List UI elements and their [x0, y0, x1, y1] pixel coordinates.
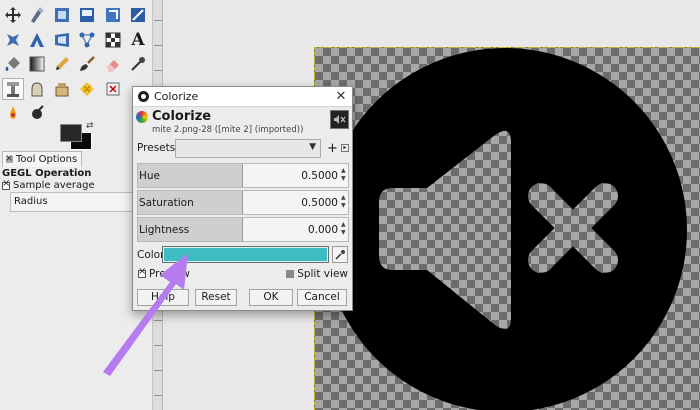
- paths-tool-icon[interactable]: [27, 30, 47, 50]
- dialog-header-subtitle: mite 2.png-28 ([mite 2] (imported)): [152, 125, 304, 135]
- gradient-icon[interactable]: [27, 54, 47, 74]
- close-icon[interactable]: ✕: [330, 89, 352, 104]
- paintbrush-icon[interactable]: [77, 54, 97, 74]
- scale-tool-icon[interactable]: [52, 5, 72, 25]
- toolbox-panel: A ⇄ Tool Options G: [0, 0, 153, 410]
- dialog-header: Colorize mite 2.png-28 ([mite 2] (import…: [133, 107, 352, 137]
- colorize-icon: [136, 111, 148, 123]
- dialog-buttons: Help Reset OK Cancel: [137, 289, 351, 307]
- dialog-window-title: Colorize: [154, 90, 199, 103]
- split-view-checkbox[interactable]: Split view: [286, 268, 348, 280]
- lightness-spin-icon[interactable]: ▲ ▼: [341, 221, 347, 237]
- eyedropper-button[interactable]: [332, 246, 348, 263]
- color-row: Color: [137, 245, 349, 264]
- radius-label: Radius: [14, 196, 48, 207]
- presets-dropdown[interactable]: ▼: [175, 138, 321, 158]
- lightness-label: Lightness: [139, 224, 190, 236]
- free-select-icon[interactable]: [3, 30, 23, 50]
- hue-spin-icon[interactable]: ▲ ▼: [341, 167, 347, 183]
- pencil-icon[interactable]: [52, 54, 72, 74]
- lightness-slider[interactable]: Lightness 0.000 ▲ ▼: [137, 217, 349, 242]
- checkbox-icon: [2, 178, 10, 190]
- add-preset-icon[interactable]: +: [327, 142, 338, 155]
- preset-menu-icon[interactable]: ▸: [340, 144, 349, 152]
- checkbox-icon: [138, 266, 146, 278]
- chevron-down-icon: ▼: [309, 141, 316, 152]
- gegl-operation-title: GEGL Operation: [2, 168, 92, 179]
- help-button[interactable]: Help: [137, 289, 189, 306]
- preview-checkbox[interactable]: Preview: [138, 266, 190, 280]
- tool-options-tab-icon: [5, 151, 13, 166]
- tab-tool-options[interactable]: Tool Options: [2, 151, 83, 167]
- warp-transform-icon[interactable]: [27, 5, 47, 25]
- perspective-icon[interactable]: [52, 30, 72, 50]
- bucket-fill-icon[interactable]: [3, 54, 23, 74]
- fuzzy-select-icon[interactable]: [103, 79, 123, 99]
- saturation-spin-icon[interactable]: ▲ ▼: [341, 194, 347, 210]
- radius-field[interactable]: Radius: [10, 192, 152, 212]
- colorize-dialog: Colorize ✕ Colorize mite 2.png-28 ([mite…: [132, 86, 353, 311]
- align-tool-icon[interactable]: [77, 5, 97, 25]
- split-view-label: Split view: [297, 268, 348, 280]
- eraser-icon[interactable]: [103, 54, 123, 74]
- hue-label: Hue: [139, 170, 161, 182]
- eyedropper-icon: [334, 250, 345, 260]
- color-swatch-button[interactable]: [162, 246, 329, 263]
- image-thumbnail: [330, 110, 349, 129]
- dialog-titlebar[interactable]: Colorize ✕: [133, 87, 352, 107]
- color-label: Color: [137, 248, 165, 261]
- text-tool-icon[interactable]: A: [128, 30, 148, 50]
- ok-button[interactable]: OK: [249, 289, 293, 306]
- cancel-button[interactable]: Cancel: [297, 289, 347, 306]
- measure-icon[interactable]: [77, 79, 97, 99]
- tool-options-tab-label: Tool Options: [16, 154, 78, 165]
- smudge-icon[interactable]: [27, 79, 47, 99]
- lightness-value: 0.000: [307, 224, 338, 236]
- sample-average-label: Sample average: [13, 180, 95, 191]
- clone-icon[interactable]: [2, 78, 24, 100]
- foreground-color-swatch[interactable]: [60, 124, 82, 142]
- heal-icon[interactable]: [52, 79, 72, 99]
- split-view-icon: [286, 270, 295, 278]
- mute-icon-image: [323, 48, 687, 410]
- mute-thumbnail-icon: [334, 115, 346, 124]
- dialog-header-title: Colorize: [152, 109, 212, 124]
- saturation-label: Saturation: [139, 197, 194, 209]
- gimp-app-icon: [138, 91, 149, 102]
- swap-colors-icon[interactable]: ⇄: [86, 121, 94, 131]
- preview-label: Preview: [149, 268, 190, 280]
- reset-button[interactable]: Reset: [195, 289, 237, 306]
- image-layer[interactable]: [314, 47, 700, 410]
- color-picker-icon[interactable]: [128, 54, 148, 74]
- sample-average-checkbox[interactable]: Sample average: [2, 178, 95, 191]
- dodge-burn-icon[interactable]: [27, 103, 47, 123]
- presets-row: Presets: ▼ + ▸: [137, 138, 349, 158]
- hue-slider[interactable]: Hue 0.5000 ▲ ▼: [137, 163, 349, 188]
- checker-icon[interactable]: [103, 30, 123, 50]
- crop-tool-icon[interactable]: [103, 5, 123, 25]
- saturation-slider[interactable]: Saturation 0.5000 ▲ ▼: [137, 190, 349, 215]
- unified-transform-icon[interactable]: [128, 5, 148, 25]
- saturation-value: 0.5000: [301, 197, 338, 209]
- move-tool-icon[interactable]: [3, 5, 23, 25]
- text-tool-glyph: A: [131, 30, 145, 50]
- hue-value: 0.5000: [301, 170, 338, 182]
- ink-icon[interactable]: [3, 103, 23, 123]
- presets-label: Presets:: [137, 142, 179, 154]
- handle-transform-icon[interactable]: [77, 30, 97, 50]
